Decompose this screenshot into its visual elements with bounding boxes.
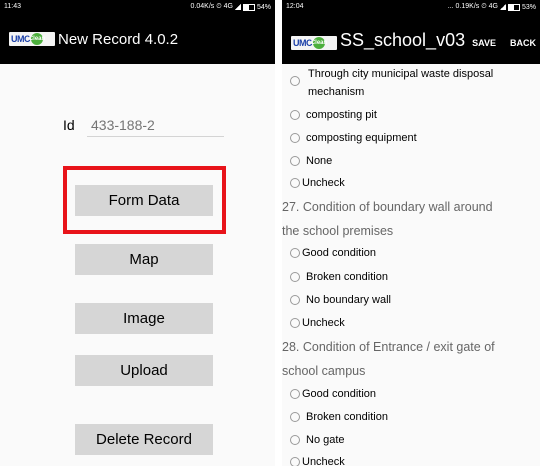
battery-level: 53% (521, 3, 536, 11)
option-label: composting pit (306, 109, 377, 121)
status-bar: 11:43 0.04K/s ⏲ 4G 54% (0, 0, 275, 14)
option-label: Uncheck (302, 456, 345, 466)
option-municipal-waste[interactable]: Through city municipal waste disposal (290, 65, 494, 86)
option-composting-pit[interactable]: composting pit (290, 106, 377, 124)
q27-option-good[interactable]: Good condition (290, 244, 376, 262)
status-bar: 12:04 ... 0.19K/s ⏲ 4G 53% (282, 0, 540, 14)
map-button[interactable]: Map (75, 244, 213, 275)
left-screen: 11:43 0.04K/s ⏲ 4G 54% UMC Clean New Rec… (0, 0, 275, 466)
status-info: ... 0.19K/s ⏲ 4G 53% (448, 3, 536, 11)
id-row: Id (63, 113, 228, 139)
q28-option-good[interactable]: Good condition (290, 385, 376, 403)
option-label: Broken condition (306, 271, 388, 283)
status-info: 0.04K/s ⏲ 4G 54% (191, 3, 271, 11)
radio-icon[interactable] (290, 389, 300, 399)
q28-option-broken[interactable]: Broken condition (290, 408, 388, 426)
option-label: Uncheck (302, 177, 345, 189)
status-time: 12:04 (286, 3, 304, 10)
network-speed: ... 0.19K/s ⏲ 4G (447, 3, 498, 10)
radio-icon[interactable] (290, 110, 300, 120)
option-label: Through city municipal waste disposal (308, 68, 494, 80)
option-label: Uncheck (302, 317, 345, 329)
option-label-continued: mechanism (308, 83, 364, 101)
option-label: Broken condition (306, 411, 388, 423)
radio-icon[interactable] (290, 457, 300, 466)
question-27-continued: the school premises (282, 224, 394, 238)
radio-icon[interactable] (290, 178, 300, 188)
signal-icon (499, 4, 506, 10)
image-button[interactable]: Image (75, 303, 213, 334)
radio-icon[interactable] (290, 318, 300, 328)
battery-level: 54% (256, 3, 271, 11)
delete-record-button[interactable]: Delete Record (75, 424, 213, 455)
network-speed: 0.04K/s ⏲ 4G (190, 3, 233, 10)
radio-icon[interactable] (290, 435, 300, 445)
question-28: 28. Condition of Entrance / exit gate of (282, 340, 495, 354)
question-27: 27. Condition of boundary wall around (282, 200, 493, 214)
radio-icon[interactable] (290, 76, 300, 86)
radio-icon[interactable] (290, 412, 300, 422)
radio-icon[interactable] (290, 156, 300, 166)
option-none[interactable]: None (290, 152, 332, 170)
q27-option-broken[interactable]: Broken condition (290, 268, 388, 286)
q27-option-uncheck[interactable]: Uncheck (290, 314, 345, 332)
status-time: 11:43 (4, 3, 21, 10)
form-title: SS_school_v03 (340, 30, 466, 50)
app-logo: UMC Clean (291, 36, 337, 50)
radio-icon[interactable] (290, 295, 300, 305)
divider (275, 0, 282, 466)
back-button[interactable]: BACK (510, 38, 536, 48)
q28-option-no-gate[interactable]: No gate (290, 431, 345, 449)
radio-icon[interactable] (290, 133, 300, 143)
app-bar: UMC Clean SS_school_v03 SAVE BACK (282, 14, 540, 64)
app-title: New Record 4.0.2 (58, 31, 179, 48)
logo-text: UMC (11, 34, 31, 44)
id-label: Id (63, 117, 75, 133)
radio-icon[interactable] (290, 272, 300, 282)
right-screen: 12:04 ... 0.19K/s ⏲ 4G 53% UMC Clean SS_… (282, 0, 540, 466)
signal-icon (234, 4, 241, 10)
logo-text: UMC (293, 38, 313, 48)
form-data-button[interactable]: Form Data (75, 185, 213, 216)
battery-icon (242, 3, 255, 11)
save-button[interactable]: SAVE (472, 38, 496, 48)
option-label: No boundary wall (306, 294, 391, 306)
option-label: None (306, 155, 333, 167)
option-composting-equipment[interactable]: composting equipment (290, 129, 417, 147)
radio-icon[interactable] (290, 248, 300, 258)
toolbar-actions: SAVE BACK (472, 38, 536, 48)
option-label: mechanism (308, 86, 365, 98)
option-label: No gate (306, 434, 345, 446)
upload-button[interactable]: Upload (75, 355, 213, 386)
option-label: Good condition (302, 388, 376, 400)
question-28-continued: school campus (282, 364, 366, 378)
id-input[interactable] (87, 113, 224, 137)
battery-icon (507, 3, 520, 11)
app-logo: UMC Clean (9, 32, 55, 46)
q28-option-uncheck[interactable]: Uncheck (290, 453, 345, 466)
logo-badge: Clean (29, 33, 45, 45)
option-label: composting equipment (306, 132, 417, 144)
option-label: Good condition (302, 247, 376, 259)
option-uncheck[interactable]: Uncheck (290, 174, 345, 192)
app-bar: UMC Clean New Record 4.0.2 (0, 14, 275, 64)
logo-badge: Clean (311, 37, 327, 49)
q27-option-no-boundary[interactable]: No boundary wall (290, 291, 391, 309)
